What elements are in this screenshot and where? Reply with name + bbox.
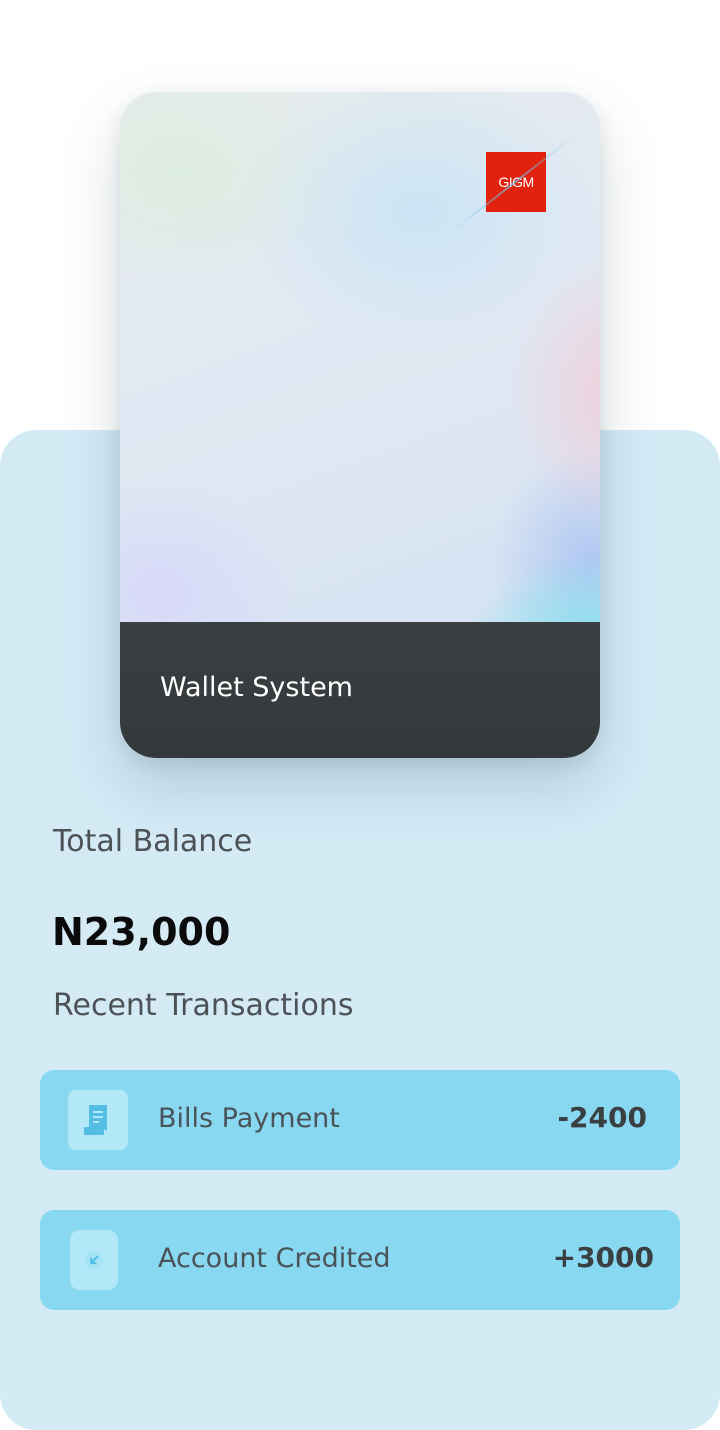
transaction-amount: +3000 — [552, 1241, 654, 1274]
transaction-row[interactable]: Account Credited +3000 — [40, 1210, 680, 1310]
transaction-label: Account Credited — [158, 1243, 391, 1274]
transaction-row[interactable]: Bills Payment -2400 — [40, 1070, 680, 1170]
wallet-card[interactable]: GIGM Wallet System — [120, 92, 600, 758]
gigm-logo: GIGM — [486, 152, 546, 212]
total-balance-amount: N23,000 — [52, 910, 231, 954]
transaction-amount: -2400 — [557, 1101, 647, 1134]
receipt-icon — [68, 1090, 128, 1150]
card-footer: Wallet System — [120, 622, 600, 758]
transaction-label: Bills Payment — [158, 1103, 340, 1134]
card-title: Wallet System — [160, 672, 353, 703]
card-face: GIGM — [120, 92, 600, 622]
credit-arrow-icon — [70, 1230, 118, 1290]
recent-transactions-heading: Recent Transactions — [53, 988, 354, 1023]
total-balance-label: Total Balance — [53, 824, 253, 859]
